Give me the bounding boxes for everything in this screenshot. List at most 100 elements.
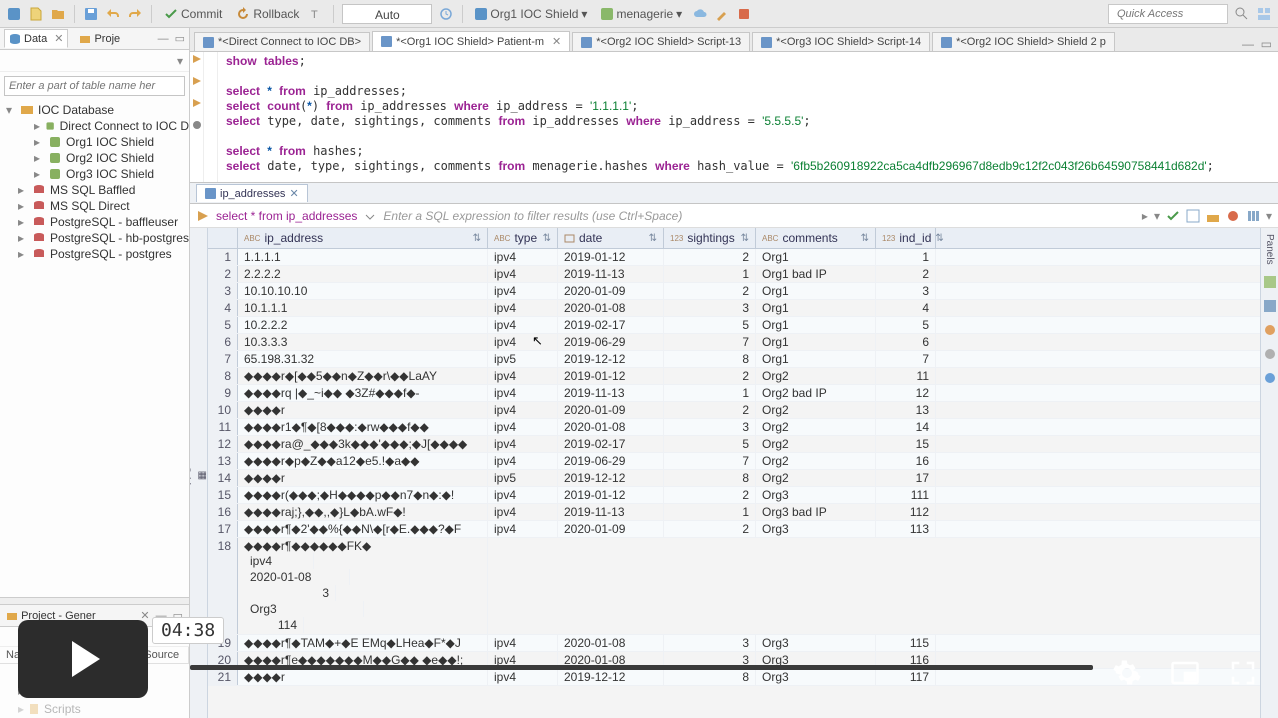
col-date[interactable]: date⇅ [558, 228, 664, 248]
min-editor-icon[interactable]: — [1242, 37, 1254, 51]
run-filter-icon[interactable] [196, 209, 210, 223]
tree-item[interactable]: ▸Org1 IOC Shield [0, 134, 189, 150]
table-row[interactable]: 13◆◆◆◆r◆p◆Z◆◆a12◆e5.!◆a◆◆ipv42019-06-297… [208, 453, 1260, 470]
minimize-icon[interactable]: — [158, 33, 169, 45]
table-row[interactable]: 16◆◆◆◆raj;},◆◆,,◆}L◆bA.wF◆!ipv42019-11-1… [208, 504, 1260, 521]
nav-dd-icon[interactable]: ▾ [1154, 209, 1160, 223]
fullscreen-icon[interactable] [1228, 658, 1258, 688]
perspective-icon[interactable] [1256, 6, 1272, 22]
stop-icon[interactable] [736, 6, 752, 22]
table-row[interactable]: 765.198.31.32ipv52019-12-128Org17 [208, 351, 1260, 368]
main-toolbar: Commit Rollback T Auto Org1 IOC Shield ▾… [0, 0, 1278, 28]
apply-icon[interactable] [1166, 209, 1180, 223]
panel-orange-icon[interactable] [1263, 323, 1277, 337]
cloud-icon[interactable] [692, 6, 708, 22]
panel-resize-handle[interactable] [0, 597, 189, 605]
history-icon[interactable] [438, 6, 454, 22]
more-icon[interactable]: ▾ [1266, 209, 1272, 223]
redo-icon[interactable] [127, 6, 143, 22]
tree-item[interactable]: ▸Org3 IOC Shield [0, 166, 189, 182]
table-row[interactable]: 10◆◆◆◆ripv42020-01-092Org213 [208, 402, 1260, 419]
menu-icon[interactable]: ▾ [177, 54, 183, 68]
execute-marker-icon[interactable] [192, 76, 202, 86]
table-row[interactable]: 14◆◆◆◆ripv52019-12-128Org217 [208, 470, 1260, 487]
play-button[interactable] [18, 620, 148, 698]
table-row[interactable]: 9◆◆◆◆rq |◆_~i◆◆ ◆3Z#◆◆◆f◆-ipv42019-11-13… [208, 385, 1260, 402]
row-corner[interactable] [208, 228, 238, 248]
tree-conn[interactable]: ▸PostgreSQL - hb-postgres [0, 230, 189, 246]
video-progress[interactable] [190, 665, 1093, 670]
table-row[interactable]: 22.2.2.2ipv42019-11-131Org1 bad IP2 [208, 266, 1260, 283]
tree-root[interactable]: ▾IOC Database [0, 102, 189, 118]
tree-item[interactable]: ▸Direct Connect to IOC D [0, 118, 189, 134]
table-row[interactable]: 18◆◆◆◆r¶◆◆◆◆◆◆FK◆ipv42020-01-083Org3114 [208, 538, 1260, 635]
col-type[interactable]: ABCtype⇅ [488, 228, 558, 248]
record-icon[interactable] [1226, 209, 1240, 223]
quick-access-input[interactable] [1108, 4, 1228, 24]
tree-conn[interactable]: ▸MS SQL Direct [0, 198, 189, 214]
table-row[interactable]: 12◆◆◆◆ra@_◆◆◆3k◆◆◆'◆◆◆;◆J[◆◆◆◆ipv42019-0… [208, 436, 1260, 453]
sql-editor[interactable]: show tables; select * from ip_addresses;… [190, 52, 1278, 182]
search-icon[interactable] [1234, 6, 1250, 22]
table-row[interactable]: 17◆◆◆◆r¶◆2'◆◆%{◆◆N\◆[r◆E.◆◆◆?◆Fipv42020-… [208, 521, 1260, 538]
new-sql-icon[interactable] [28, 6, 44, 22]
settings-icon[interactable] [1112, 658, 1142, 688]
expand-icon[interactable] [363, 209, 377, 223]
panel-blue-icon[interactable] [1263, 371, 1277, 385]
editor-tab[interactable]: *<Org2 IOC Shield> Shield 2 p [932, 32, 1115, 51]
folder-icon[interactable] [50, 6, 66, 22]
col-ind_id[interactable]: 123ind_id⇅ [876, 228, 936, 248]
export-icon[interactable] [1206, 209, 1220, 223]
col-sightings[interactable]: 123sightings⇅ [664, 228, 756, 248]
columns-icon[interactable] [1246, 209, 1260, 223]
tree-conn[interactable]: ▸MS SQL Baffled [0, 182, 189, 198]
max-editor-icon[interactable]: ▭ [1261, 37, 1272, 51]
editor-tab[interactable]: *<Direct Connect to IOC DB> [194, 32, 370, 51]
new-connection-icon[interactable] [6, 6, 22, 22]
editor-tab[interactable]: *<Org2 IOC Shield> Script-13 [572, 32, 750, 51]
panel-icon[interactable] [1186, 209, 1200, 223]
tree-item[interactable]: ▸Org2 IOC Shield [0, 150, 189, 166]
table-row[interactable]: 8◆◆◆◆r◆[◆◆5◆◆n◆Z◆◆r\◆◆LaAYipv42019-01-12… [208, 368, 1260, 385]
data-panel-tab[interactable]: Data✕ [4, 29, 68, 48]
panel-grey-icon[interactable] [1263, 347, 1277, 361]
result-tab[interactable]: ip_addresses ✕ [196, 184, 308, 202]
table-row[interactable]: 310.10.10.10ipv42020-01-092Org13 [208, 283, 1260, 300]
panel-grid-icon[interactable] [1263, 299, 1277, 313]
maximize-icon[interactable]: ▭ [175, 32, 185, 45]
save-icon[interactable] [83, 6, 99, 22]
connection-select[interactable]: Org1 IOC Shield ▾ [471, 5, 591, 23]
close-result-icon[interactable]: ✕ [289, 187, 298, 200]
table-row[interactable]: 510.2.2.2ipv42019-02-175Org15 [208, 317, 1260, 334]
col-comments[interactable]: ABCcomments⇅ [756, 228, 876, 248]
tree-conn[interactable]: ▸PostgreSQL - baffleuser [0, 214, 189, 230]
execute-marker-icon[interactable] [192, 98, 202, 108]
editor-tab[interactable]: *<Org3 IOC Shield> Script-14 [752, 32, 930, 51]
rollback-button[interactable]: Rollback [232, 5, 303, 23]
table-row[interactable]: 11.1.1.1ipv42019-01-122Org11 [208, 249, 1260, 266]
tx-mode-icon[interactable]: T [309, 6, 325, 22]
tree-conn[interactable]: ▸PostgreSQL - postgres [0, 246, 189, 262]
filter-hint[interactable]: Enter a SQL expression to filter results… [383, 209, 1136, 223]
panel-calc-icon[interactable] [1263, 275, 1277, 289]
gear-marker-icon[interactable] [192, 120, 202, 130]
table-row[interactable]: 11◆◆◆◆r1◆¶◆[8◆◆◆:◆rw◆◆◆f◆◆ipv42020-01-08… [208, 419, 1260, 436]
close-tab-icon[interactable]: ✕ [552, 35, 561, 48]
commit-button[interactable]: Commit [160, 5, 226, 23]
sql-text[interactable]: show tables; select * from ip_addresses;… [218, 52, 1278, 182]
table-row[interactable]: 15◆◆◆◆r(◆◆◆;◆H◆◆◆◆p◆◆n7◆n◆:◆!ipv42019-01… [208, 487, 1260, 504]
undo-icon[interactable] [105, 6, 121, 22]
nav-first-icon[interactable]: ▸ [1142, 209, 1148, 223]
col-ip_address[interactable]: ABCip_address⇅ [238, 228, 488, 248]
table-row[interactable]: 610.3.3.3ipv42019-06-297Org16 [208, 334, 1260, 351]
schema-select[interactable]: menagerie ▾ [597, 5, 686, 23]
table-row[interactable]: 410.1.1.1ipv42020-01-083Org14 [208, 300, 1260, 317]
tree-filter-input[interactable] [4, 76, 185, 96]
project-panel-tab[interactable]: Proje [74, 30, 125, 48]
database-tree: ▾IOC Database ▸Direct Connect to IOC D▸O… [0, 100, 189, 264]
execute-marker-icon[interactable] [192, 54, 202, 64]
editor-tab[interactable]: *<Org1 IOC Shield> Patient-m✕ [372, 31, 570, 51]
pip-icon[interactable] [1170, 658, 1200, 688]
wand-icon[interactable] [714, 6, 730, 22]
commit-mode-select[interactable]: Auto [342, 4, 432, 24]
